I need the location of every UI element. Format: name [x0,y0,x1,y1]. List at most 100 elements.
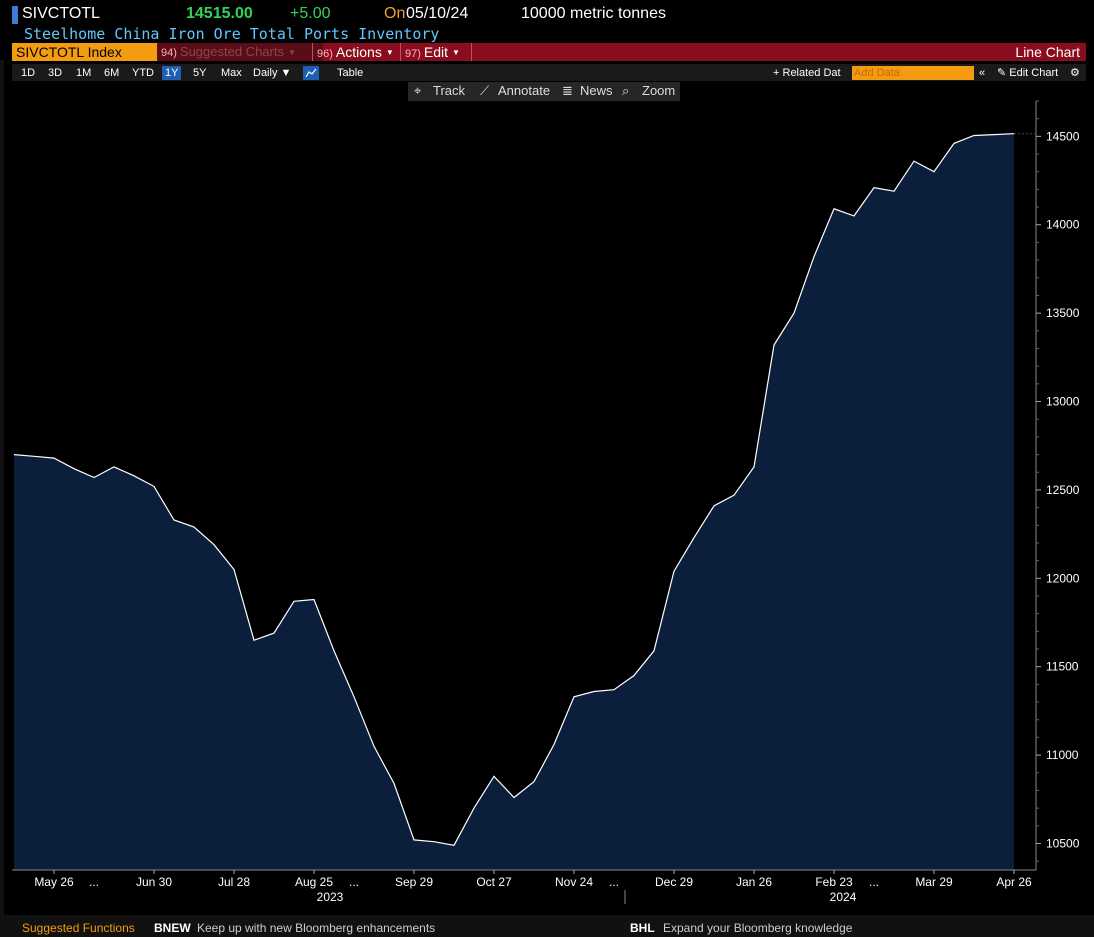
track-button[interactable]: Track [433,83,465,98]
data-point [693,536,695,538]
zoom-button[interactable]: Zoom [642,83,675,98]
series-area [14,133,1014,870]
chart-type-label[interactable]: Line Chart [1015,43,1080,61]
y-tick-label: 10500 [1046,836,1080,850]
price-change: +5.00 [290,5,331,22]
edit-chart-button[interactable]: ✎ Edit Chart [994,66,1061,80]
chevron-down-icon: ▼ [452,48,460,58]
footer-bar: Suggested Functions BNEW Keep up with ne… [0,915,1094,937]
data-point [853,215,855,217]
x-tick-ellipsis: ... [869,875,879,889]
news-button[interactable]: News [580,83,613,98]
x-tick-ellipsis: ... [89,875,99,889]
range-toolbar: 1D 3D 1M 6M YTD 1Y 5Y Max Daily ▼ Table … [12,64,1086,81]
y-tick-label: 12000 [1046,571,1080,585]
plus-icon: + [773,67,780,79]
data-point [753,466,755,468]
on-label: On [384,5,406,22]
range-ytd-button[interactable]: YTD [129,66,157,80]
crosshair-icon[interactable]: ⌖ [414,83,421,99]
x-tick-label: Feb 23 [815,875,853,889]
data-point [813,255,815,257]
x-tick-label: Jan 26 [736,875,772,889]
data-point [293,600,295,602]
frequency-label: Daily [253,67,278,79]
suggested-functions-link[interactable]: Suggested Functions [22,921,135,935]
y-tick-label: 11000 [1046,748,1079,762]
x-tick-label: Sep 29 [395,875,433,889]
actions-menu[interactable]: 96) Actions ▼ [312,43,403,61]
collapse-icon[interactable]: « [976,66,988,80]
gear-icon[interactable]: ⚙ [1067,66,1083,80]
data-point [13,453,15,455]
header-bar: SIVCTOTL 14515.00 +5.00 On 05/10/24 1000… [0,4,1094,26]
pencil-icon[interactable]: ⟋ [480,83,489,99]
x-tick-label: Nov 24 [555,875,593,889]
edit-menu[interactable]: 97) Edit ▼ [400,43,472,61]
inventory-chart[interactable]: 10500 11000 11500 12000 12500 13000 13500 14000… [0,0,1094,937]
table-button[interactable]: Table [334,66,366,80]
y-tick-label: 12500 [1046,483,1080,497]
data-point [413,839,415,841]
chevron-down-icon: ▼ [385,48,394,58]
annotate-button[interactable]: Annotate [498,83,550,98]
data-point [113,466,115,468]
data-point [193,526,195,528]
last-price: 14515.00 [186,5,253,22]
add-data-input[interactable]: Add Data [852,66,974,80]
data-point [713,505,715,507]
range-1d-button[interactable]: 1D [18,66,38,80]
series-line [13,133,1015,846]
plot-background [12,101,1036,870]
edit-chart-label: Edit Chart [1009,67,1059,79]
x-tick-label: Oct 27 [476,875,512,889]
pencil-icon: ✎ [997,67,1007,79]
actions-label: Actions [335,44,382,60]
data-point [393,782,395,784]
data-point [1013,133,1015,135]
range-max-button[interactable]: Max [218,66,245,80]
units-label: 10000 metric tonnes [521,5,666,22]
ticker[interactable]: SIVCTOTL [22,5,100,23]
x-axis: May 26... Jun 30 Jul 28 Aug 25... Sep 29 Oct … [12,869,1036,904]
menu-bar: SIVCTOTL Index 94) Suggested Charts ▼ 96) A… [12,43,1086,61]
data-point [633,674,635,676]
data-point [873,186,875,188]
data-point [613,688,615,690]
security-field[interactable]: SIVCTOTL Index [12,43,157,61]
chart-tools-bar: ⌖ Track ⟋ Annotate ≣ News ⌕ Zoom [408,82,680,101]
x-tick-ellipsis: ... [609,875,619,889]
x-tick-label: Aug 25 [295,875,333,889]
x-tick-ellipsis: ... [349,875,359,889]
news-icon[interactable]: ≣ [562,83,573,99]
range-1y-button[interactable]: 1Y [162,66,182,80]
range-1m-button[interactable]: 1M [73,66,94,80]
security-description: Steelhome China Iron Ore Total Ports Inv… [24,25,440,43]
data-point [993,133,995,135]
data-point [93,476,95,478]
range-6m-button[interactable]: 6M [101,66,122,80]
data-point [133,475,135,477]
data-point [433,841,435,843]
line-chart-icon[interactable] [303,66,319,80]
data-point [953,142,955,144]
y-tick-label: 13500 [1046,306,1080,320]
data-point [893,190,895,192]
search-icon[interactable]: ⌕ [622,83,629,99]
plot-area [12,101,1036,870]
bhl-code[interactable]: BHL [630,921,655,935]
frequency-dropdown[interactable]: Daily ▼ [250,66,294,80]
data-point [913,160,915,162]
data-point [793,312,795,314]
range-5y-button[interactable]: 5Y [190,66,209,80]
actions-num: 96) [317,48,333,60]
data-point [313,598,315,600]
related-data-button[interactable]: + Related Dat [770,66,844,80]
bnew-code[interactable]: BNEW [154,921,191,935]
bhl-text[interactable]: Expand your Bloomberg knowledge [663,921,852,935]
suggested-charts-menu[interactable]: 94) Suggested Charts ▼ [157,43,323,61]
y-tick-label: 14500 [1046,129,1080,143]
range-3d-button[interactable]: 3D [45,66,65,80]
bnew-text[interactable]: Keep up with new Bloomberg enhancements [197,921,435,935]
related-data-label: Related Dat [782,67,841,79]
